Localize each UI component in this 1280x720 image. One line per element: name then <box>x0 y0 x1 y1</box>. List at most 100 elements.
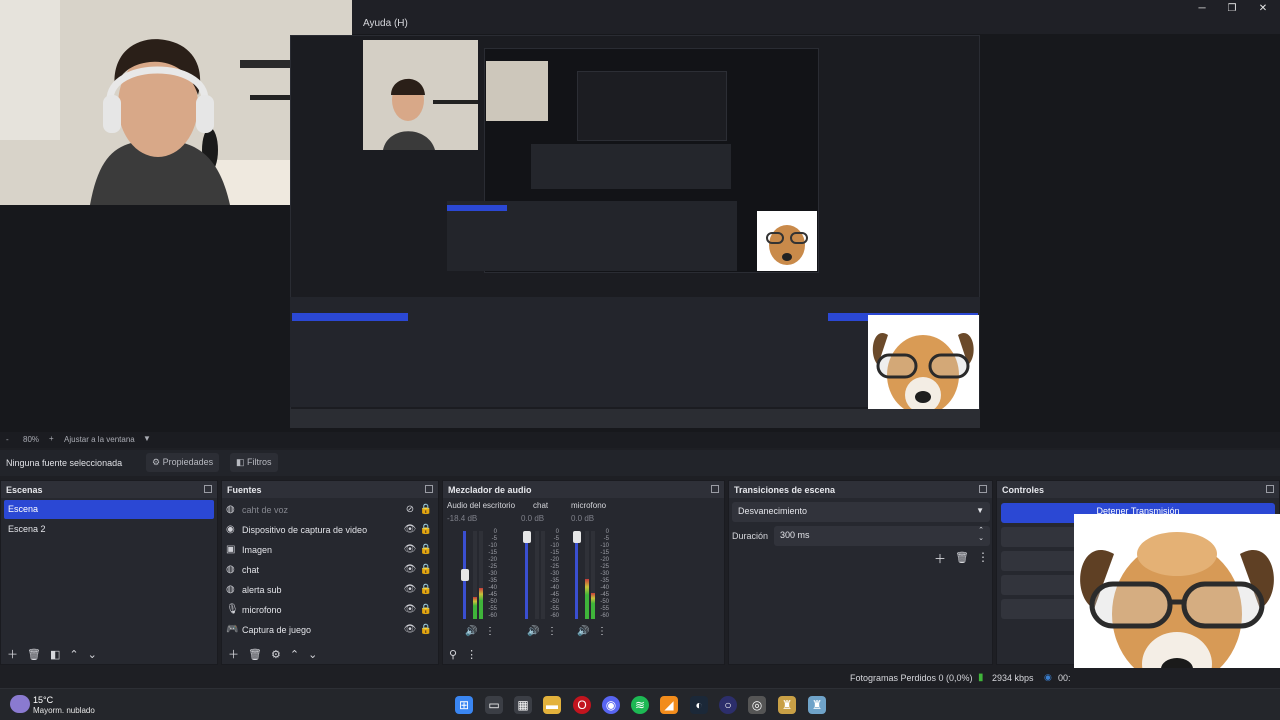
spinner-icon[interactable]: ⌃ ⌄ <box>978 527 984 543</box>
duration-input[interactable]: 300 ms ⌃ ⌄ <box>774 526 990 546</box>
add-icon[interactable]: ＋ <box>7 646 18 662</box>
game-icon[interactable]: ♜ <box>808 696 826 714</box>
popout-icon[interactable] <box>204 485 212 493</box>
eye-icon[interactable]: 👁 <box>402 624 418 635</box>
task-view-icon[interactable]: ▭ <box>485 696 503 714</box>
eye-icon[interactable]: 👁 <box>402 564 418 575</box>
more-icon[interactable]: ⋮ <box>466 648 477 661</box>
browser-icon: ◍ <box>226 564 235 575</box>
lock-icon[interactable]: 🔒 <box>418 584 434 595</box>
arrow-down-icon[interactable]: ⌄ <box>88 648 97 661</box>
more-icon[interactable]: ⋮ <box>597 626 607 637</box>
lock-icon[interactable]: 🔒 <box>418 544 434 555</box>
gear-icon[interactable]: ⚙ <box>271 648 281 661</box>
stream-icon: ◉ <box>1044 672 1052 682</box>
arrow-up-icon[interactable]: ⌃ <box>69 648 78 661</box>
weather-icon[interactable] <box>10 695 30 713</box>
lock-icon[interactable]: 🔒 <box>418 564 434 575</box>
dock-header: Transiciones de escena <box>729 481 992 498</box>
link-icon[interactable]: ⚲ <box>449 648 457 661</box>
eye-icon[interactable]: 👁 <box>402 584 418 595</box>
folder-icon[interactable]: ▬ <box>543 696 561 714</box>
source-item[interactable]: ◍ chat 👁 🔒 <box>226 560 434 579</box>
nested-webcam <box>363 40 478 150</box>
zoom-out-button[interactable]: - <box>6 435 9 444</box>
lock-icon[interactable]: 🔒 <box>418 504 434 515</box>
fader-knob[interactable] <box>523 531 531 543</box>
app-circle-icon[interactable]: ○ <box>719 696 737 714</box>
status-bar: Fotogramas Perdidos 0 (0,0%) ▮ 2934 kbps… <box>0 668 1280 688</box>
zoom-in-button[interactable]: + <box>49 434 54 443</box>
volume-fader[interactable] <box>525 531 528 619</box>
duration-label: Duración <box>732 531 769 541</box>
lock-icon[interactable]: 🔒 <box>418 524 434 535</box>
game-icon[interactable]: ♜ <box>778 696 796 714</box>
arrow-down-icon[interactable]: ⌄ <box>308 648 317 661</box>
zoom-level: 80% <box>23 435 40 444</box>
app-icon[interactable]: ◢ <box>660 696 678 714</box>
trash-icon[interactable]: 🗑 <box>248 648 262 661</box>
weather-temp[interactable]: 15°C <box>33 695 53 705</box>
fader-knob[interactable] <box>573 531 581 543</box>
popout-icon[interactable] <box>711 485 719 493</box>
camera-icon: ◉ <box>226 524 235 535</box>
source-item[interactable]: 🎮 Captura de juego 👁 🔒 <box>226 620 434 639</box>
menu-help[interactable]: Ayuda (H) <box>363 18 408 29</box>
spotify-icon[interactable]: ≋ <box>631 696 649 714</box>
eye-icon[interactable]: 👁 <box>402 544 418 555</box>
nested-inner-preview <box>447 48 819 273</box>
windows-start-icon[interactable]: ⊞ <box>455 696 473 714</box>
opera-icon[interactable]: O <box>573 696 591 714</box>
speaker-icon[interactable]: 🔊 <box>465 626 477 637</box>
lock-icon[interactable]: 🔒 <box>418 624 434 635</box>
weather-desc[interactable]: Mayorm. nublado <box>33 706 95 715</box>
add-icon[interactable]: ＋ <box>228 646 239 662</box>
more-icon[interactable]: ⋮ <box>485 626 495 637</box>
level-meter <box>473 531 477 619</box>
popout-icon[interactable] <box>425 485 433 493</box>
restore-icon[interactable]: ❐ <box>1222 2 1242 16</box>
speaker-icon[interactable]: 🔊 <box>527 626 539 637</box>
trash-icon[interactable]: 🗑 <box>27 648 41 661</box>
store-icon[interactable]: ▦ <box>514 696 532 714</box>
discord-icon[interactable]: ◉ <box>602 696 620 714</box>
scene-item[interactable]: Escena 2 <box>4 520 214 539</box>
source-item[interactable]: ◉ Dispositivo de captura de video 👁 🔒 <box>226 520 434 539</box>
source-item[interactable]: ◍ alerta sub 👁 🔒 <box>226 580 434 599</box>
nested-dog-image-small <box>757 211 817 271</box>
steam-icon[interactable]: ◐ <box>690 696 708 714</box>
obs-icon[interactable]: ◎ <box>748 696 766 714</box>
mixer-channel: Audio del escritorio -18.4 dB 0 -5 -10 -15-… <box>447 501 516 637</box>
minimize-icon[interactable]: ─ <box>1192 2 1212 16</box>
source-item[interactable]: ◍ caht de voz ⊘ 🔒 <box>226 500 434 519</box>
eye-icon[interactable]: 👁 <box>402 604 418 615</box>
transitions-dock: Transiciones de escena Desvanecimiento ▼… <box>728 480 993 665</box>
filters-button[interactable]: ◧ Filtros <box>230 453 278 472</box>
transition-select[interactable]: Desvanecimiento ▼ <box>732 502 990 522</box>
chevron-down-icon: ▼ <box>976 506 984 515</box>
source-item[interactable]: 🎙 microfono 👁 🔒 <box>226 600 434 619</box>
close-icon[interactable]: ✕ <box>1253 2 1273 16</box>
level-meter <box>535 531 539 619</box>
lock-icon[interactable]: 🔒 <box>418 604 434 615</box>
properties-button[interactable]: ⚙ Propiedades <box>146 453 220 472</box>
add-icon[interactable]: ＋ <box>934 550 946 567</box>
fader-knob[interactable] <box>461 569 469 581</box>
popout-icon[interactable] <box>979 485 987 493</box>
taskbar: 15°C Mayorm. nublado ⊞ ▭ ▦ ▬ O ◉ ≋ ◢ ◐ ○… <box>0 688 1280 720</box>
zoom-fit-select[interactable]: Ajustar a la ventana <box>64 435 135 444</box>
filter-icon[interactable]: ◧ <box>50 648 60 661</box>
chevron-down-icon[interactable]: ▼ <box>143 434 151 443</box>
eye-off-icon[interactable]: ⊘ <box>402 504 418 515</box>
speaker-icon[interactable]: 🔊 <box>577 626 589 637</box>
arrow-up-icon[interactable]: ⌃ <box>290 648 299 661</box>
source-item[interactable]: ▣ Imagen 👁 🔒 <box>226 540 434 559</box>
more-icon[interactable]: ⋮ <box>977 550 989 564</box>
volume-fader[interactable] <box>575 531 578 619</box>
trash-icon[interactable]: 🗑 <box>955 551 969 564</box>
scene-item[interactable]: Escena <box>4 500 214 519</box>
filter-icon: ◧ <box>236 457 245 467</box>
more-icon[interactable]: ⋮ <box>547 626 557 637</box>
eye-icon[interactable]: 👁 <box>402 524 418 535</box>
popout-icon[interactable] <box>1266 485 1274 493</box>
